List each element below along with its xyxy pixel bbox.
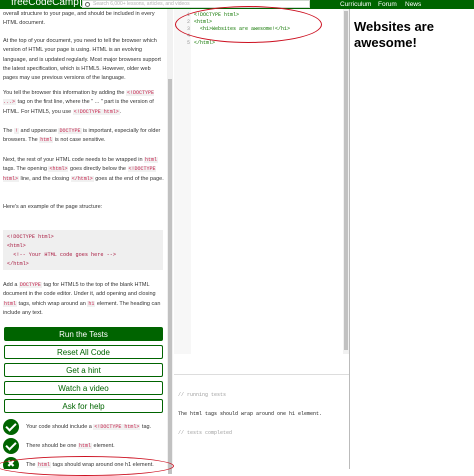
pane-divider[interactable] — [349, 9, 350, 469]
nav-curriculum-link[interactable]: Curriculum — [340, 0, 371, 9]
lesson-paragraph-5: Next, the rest of your HTML code needs t… — [3, 157, 164, 182]
code-line[interactable]: <h1>Websites are awesome!</h1> — [194, 26, 290, 33]
code-line[interactable]: <html> — [194, 19, 212, 26]
scrollbar-thumb[interactable] — [168, 79, 172, 474]
instructions-scrollbar[interactable] — [167, 9, 173, 474]
inline-code: DOCTYPE — [58, 128, 82, 134]
brand-name: freeCodeCamp — [11, 0, 79, 8]
search-icon — [85, 2, 90, 7]
test-result-row: There should be one html element. — [3, 438, 167, 454]
line-number-gutter: 1 2 3 4 5 — [174, 9, 191, 354]
nav-news-link[interactable]: News — [405, 0, 421, 9]
lesson-paragraph-3: You tell the browser this information by… — [3, 90, 155, 115]
scrollbar-thumb[interactable] — [344, 11, 348, 350]
test-output-console: // running tests The html tags should wr… — [178, 380, 346, 442]
watch-video-button[interactable]: Watch a video — [4, 381, 163, 395]
example-code-line: <!DOCTYPE html> — [7, 234, 54, 240]
code-line[interactable]: </html> — [194, 40, 215, 47]
code-editor[interactable]: 1 2 3 4 5 <!DOCTYPE html> <html> <h1>Web… — [174, 9, 343, 354]
ask-help-button[interactable]: Ask for help — [4, 399, 163, 413]
fail-x-icon — [3, 457, 19, 469]
console-line: The html tags should wrap around one h1 … — [178, 411, 323, 418]
code-line[interactable]: <!DOCTYPE html> — [194, 12, 239, 19]
inline-code: html — [3, 300, 18, 307]
line-number: 1 — [186, 12, 190, 18]
line-number: 4 — [186, 33, 190, 39]
console-line: // tests completed — [178, 429, 233, 436]
lesson-paragraph-7: Add a DOCTYPE tag for HTML5 to the top o… — [3, 282, 161, 316]
lesson-paragraph-1: overall structure to your page, and shou… — [3, 11, 155, 27]
inline-code: <!DOCTYPE html> — [72, 108, 120, 115]
search-placeholder: Search 6,000+ lessons, articles, and vid… — [93, 1, 190, 7]
lesson-paragraph-2: At the top of your document, you need to… — [3, 38, 161, 82]
example-code-line: <!-- Your HTML code goes here --> — [7, 252, 116, 258]
line-number: 2 — [186, 19, 190, 25]
test-text: Your code should include a <!DOCTYPE htm… — [26, 424, 152, 430]
check-icon — [3, 419, 19, 435]
inline-code: <html> — [48, 166, 69, 173]
inline-code: html — [144, 157, 159, 163]
console-line: // running tests — [178, 392, 227, 399]
line-number: 5 — [186, 40, 190, 46]
test-result-row: The html tags should wrap around one h1 … — [3, 457, 167, 469]
example-code-block: <!DOCTYPE html> <html> <!-- Your HTML co… — [3, 230, 163, 270]
line-number: 3 — [186, 26, 190, 32]
reset-code-button[interactable]: Reset All Code — [4, 345, 163, 359]
check-icon — [3, 438, 19, 454]
inline-code: html — [39, 137, 54, 144]
brand-logo[interactable]: freeCodeCamp(♨) — [11, 0, 94, 9]
console-divider[interactable] — [174, 374, 349, 375]
test-text: There should be one html element. — [26, 443, 115, 449]
nav-forum-link[interactable]: Forum — [378, 0, 397, 9]
test-result-row: Your code should include a <!DOCTYPE htm… — [3, 419, 167, 435]
search-input[interactable]: Search 6,000+ lessons, articles, and vid… — [82, 0, 310, 8]
inline-code: DOCTYPE — [18, 282, 42, 288]
top-navbar: freeCodeCamp(♨) Search 6,000+ lessons, a… — [0, 0, 474, 9]
test-text: The html tags should wrap around one h1 … — [26, 462, 154, 468]
example-code-line: <html> — [7, 243, 26, 249]
preview-pane: Websites are awesome! — [354, 19, 472, 50]
inline-code: </html> — [70, 175, 94, 182]
instructions-pane: overall structure to your page, and shou… — [0, 9, 167, 469]
lesson-paragraph-4: The ! and uppercase DOCTYPE is important… — [3, 128, 161, 144]
preview-heading: Websites are awesome! — [354, 19, 434, 50]
lesson-paragraph-6: Here's an example of the page structure: — [3, 204, 103, 210]
run-tests-button[interactable]: Run the Tests — [4, 327, 163, 341]
example-code-line: </html> — [7, 261, 29, 267]
get-hint-button[interactable]: Get a hint — [4, 363, 163, 377]
